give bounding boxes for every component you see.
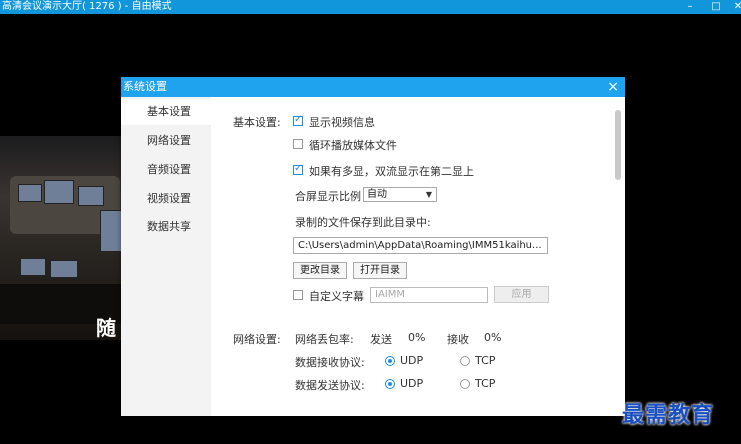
basic-section-label: 基本设置: — [233, 116, 281, 129]
send-protocol-label: 数据发送协议: — [295, 379, 365, 392]
send-tcp-label: TCP — [475, 377, 496, 390]
window-title: 高清会议演示大厅( 1276 ) - 自由模式 — [2, 1, 172, 12]
recv-loss-value: 0% — [484, 331, 502, 344]
watermark-logo: 最需教育 — [622, 403, 715, 428]
send-loss-value: 0% — [408, 331, 426, 344]
send-tcp-radio[interactable] — [460, 379, 470, 389]
recv-label: 接收 — [447, 333, 469, 346]
send-label: 发送 — [370, 333, 392, 346]
multi-screen-label: 如果有多显，双流显示在第二显上 — [309, 165, 474, 178]
minimize-icon[interactable]: – — [678, 0, 702, 14]
scene-caption: 随 — [96, 316, 116, 340]
loop-media-checkbox[interactable] — [293, 139, 303, 149]
maximize-icon[interactable]: □ — [704, 0, 728, 14]
window-titlebar: 高清会议演示大厅( 1276 ) - 自由模式 – □ ✕ — [0, 0, 741, 14]
record-dir-label: 录制的文件保存到此目录中: — [295, 216, 431, 229]
show-video-info-label: 显示视频信息 — [309, 116, 375, 129]
loop-media-label: 循环播放媒体文件 — [309, 139, 397, 152]
scene-screen — [78, 186, 104, 206]
recv-udp-radio[interactable] — [385, 356, 395, 366]
scene-screen — [20, 258, 46, 276]
multi-screen-checkbox[interactable] — [293, 163, 303, 175]
send-udp-label: UDP — [400, 377, 424, 390]
caption-input[interactable]: IAIMM — [370, 287, 488, 303]
show-video-info-checkbox[interactable] — [293, 114, 303, 126]
recv-tcp-radio[interactable] — [460, 356, 470, 366]
chevron-down-icon: ▼ — [425, 190, 432, 199]
ratio-select[interactable]: 自动 ▼ — [363, 187, 437, 202]
close-icon[interactable]: ✕ — [726, 0, 741, 14]
scene-screen — [50, 260, 78, 278]
custom-caption-label: 自定义字幕 — [309, 290, 364, 303]
content-scrollbar[interactable] — [615, 110, 621, 180]
open-dir-button[interactable]: 打开目录 — [353, 262, 407, 279]
recv-udp-label: UDP — [400, 354, 424, 367]
change-dir-button[interactable]: 更改目录 — [293, 262, 347, 279]
apply-button[interactable]: 应用 — [494, 286, 549, 303]
sidebar-item-video[interactable]: 视频设置 — [121, 186, 211, 212]
dialog-header: 系统设置 × — [121, 77, 625, 97]
scene-screen — [44, 180, 74, 204]
record-dir-field[interactable]: C:\Users\admin\AppData\Roaming\IMM51kaih… — [293, 237, 548, 254]
scene-screen — [18, 184, 42, 202]
network-section-label: 网络设置: — [233, 333, 281, 346]
recv-tcp-label: TCP — [475, 354, 496, 367]
settings-content: 基本设置: 显示视频信息 循环播放媒体文件 如果有多显，双流显示在第二显上 合屏… — [211, 97, 625, 416]
sidebar-item-data-share[interactable]: 数据共享 — [121, 214, 211, 240]
settings-dialog: 系统设置 × 基本设置 网络设置 音频设置 视频设置 数据共享 基本设置: 显示… — [121, 77, 625, 416]
sidebar-item-network[interactable]: 网络设置 — [121, 128, 211, 154]
custom-caption-checkbox[interactable] — [293, 290, 303, 300]
video-scene — [0, 136, 125, 340]
send-udp-radio[interactable] — [385, 379, 395, 389]
ratio-label: 合屏显示比例 — [295, 190, 361, 203]
ratio-select-value: 自动 — [367, 189, 387, 200]
settings-sidebar: 基本设置 网络设置 音频设置 视频设置 数据共享 — [121, 97, 211, 416]
loss-label: 网络丢包率: — [295, 333, 354, 346]
sidebar-item-audio[interactable]: 音频设置 — [121, 157, 211, 183]
dialog-close-icon[interactable]: × — [607, 77, 619, 97]
recv-protocol-label: 数据接收协议: — [295, 356, 365, 369]
scene-screen — [100, 210, 122, 252]
dialog-title: 系统设置 — [123, 80, 167, 93]
sidebar-item-basic[interactable]: 基本设置 — [121, 99, 211, 125]
